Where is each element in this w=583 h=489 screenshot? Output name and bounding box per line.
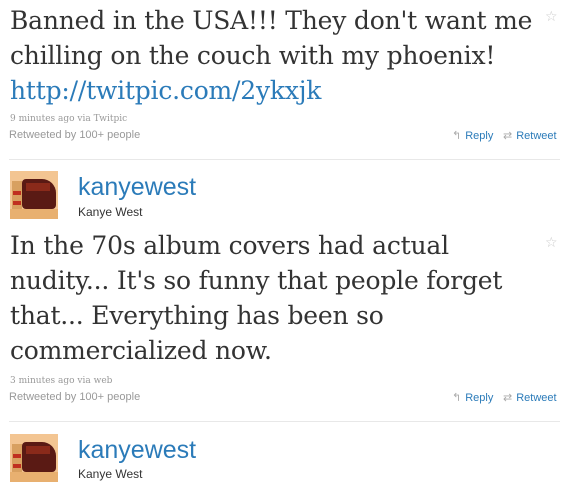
tweet-meta: 3 minutes ago via web bbox=[10, 376, 113, 386]
retweet-button[interactable]: ⇄ Retweet bbox=[503, 391, 557, 404]
username-link[interactable]: kanyewest bbox=[78, 436, 196, 464]
reply-label: Reply bbox=[465, 391, 494, 404]
full-name: Kanye West bbox=[78, 205, 143, 219]
reply-arrow-icon: ↰ bbox=[452, 129, 462, 142]
retweeted-by-text: Retweeted by 100+ people bbox=[9, 391, 141, 403]
retweet-icon: ⇄ bbox=[503, 391, 513, 404]
reply-arrow-icon: ↰ bbox=[452, 391, 462, 404]
reply-label: Reply bbox=[465, 129, 494, 142]
reply-button[interactable]: ↰ Reply bbox=[452, 391, 493, 404]
reply-button[interactable]: ↰ Reply bbox=[452, 129, 493, 142]
tweet-meta: 9 minutes ago via Twitpic bbox=[10, 114, 128, 124]
tweet-divider bbox=[9, 159, 560, 160]
tweet-divider bbox=[9, 421, 560, 422]
full-name: Kanye West bbox=[78, 467, 143, 481]
avatar[interactable] bbox=[10, 434, 58, 482]
tweet-text-body: Banned in the USA!!! They don't want me … bbox=[10, 6, 533, 70]
retweet-button[interactable]: ⇄ Retweet bbox=[503, 129, 557, 142]
tweet-text: In the 70s album covers had actual nudit… bbox=[10, 231, 503, 365]
retweet-icon: ⇄ bbox=[503, 129, 513, 142]
favorite-star-icon[interactable]: ☆ bbox=[545, 236, 559, 250]
username-link[interactable]: kanyewest bbox=[78, 173, 196, 201]
retweet-label: Retweet bbox=[516, 129, 557, 142]
retweeted-by-text: Retweeted by 100+ people bbox=[9, 129, 141, 141]
tweet-text: Banned in the USA!!! They don't want me … bbox=[10, 3, 550, 108]
tweet-link[interactable]: http://twitpic.com/2ykxjk bbox=[10, 76, 321, 105]
retweet-label: Retweet bbox=[516, 391, 557, 404]
avatar[interactable] bbox=[10, 171, 58, 219]
favorite-star-icon[interactable]: ☆ bbox=[545, 10, 559, 24]
